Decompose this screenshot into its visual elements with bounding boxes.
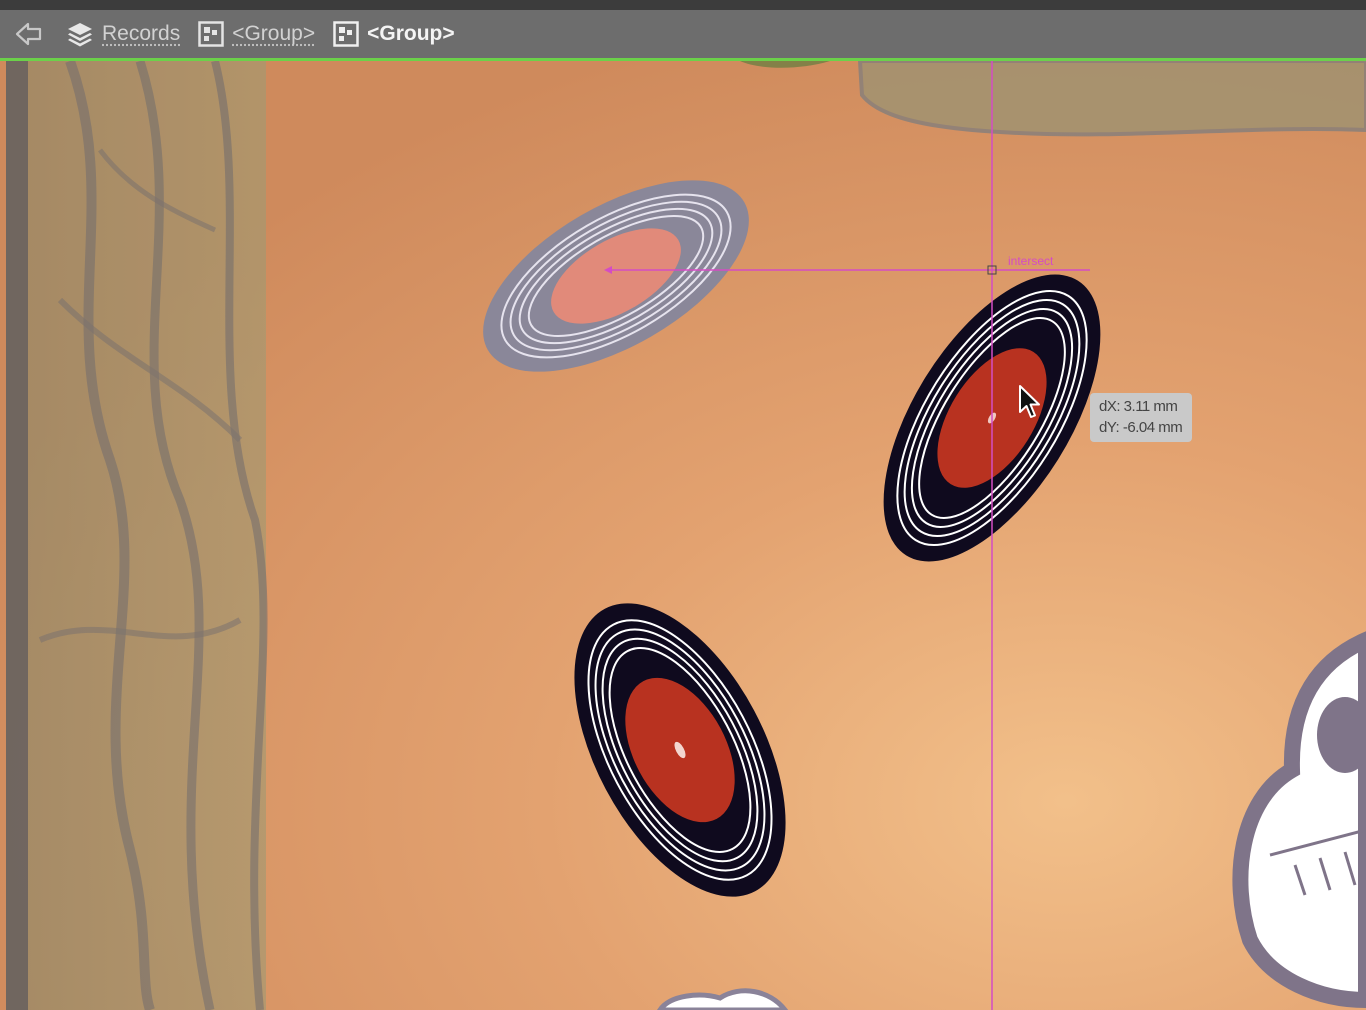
window-top-strip — [0, 0, 1366, 10]
artboard-canvas[interactable]: intersect dX: 3.11 mm dY: -6.04 mm — [0, 61, 1366, 1010]
back-arrow-icon[interactable] — [14, 20, 44, 48]
smart-guide-label: intersect — [1008, 254, 1054, 268]
breadcrumb-label: Records — [102, 22, 181, 45]
arrow-cursor-icon — [1018, 384, 1044, 420]
group-icon — [198, 21, 224, 47]
faded-banner-shape — [857, 61, 1366, 137]
breadcrumb-group-2[interactable]: <Group> — [333, 21, 455, 47]
tooltip-dy: dY: -6.04 mm — [1099, 419, 1183, 436]
group-icon — [333, 21, 359, 47]
tooltip-dx: dX: 3.11 mm — [1099, 398, 1178, 415]
breadcrumb-group-1[interactable]: <Group> — [198, 21, 315, 47]
breadcrumb-label: <Group> — [232, 22, 316, 45]
breadcrumb-layer-records[interactable]: Records — [66, 20, 180, 48]
move-distance-tooltip: dX: 3.11 mm dY: -6.04 mm — [1090, 393, 1193, 442]
layers-icon — [66, 20, 94, 48]
isolation-mode-bar: Records <Group> <Group> — [0, 10, 1366, 58]
tree-trunk-artwork — [6, 61, 268, 1010]
breadcrumb-label: <Group> — [367, 22, 455, 45]
